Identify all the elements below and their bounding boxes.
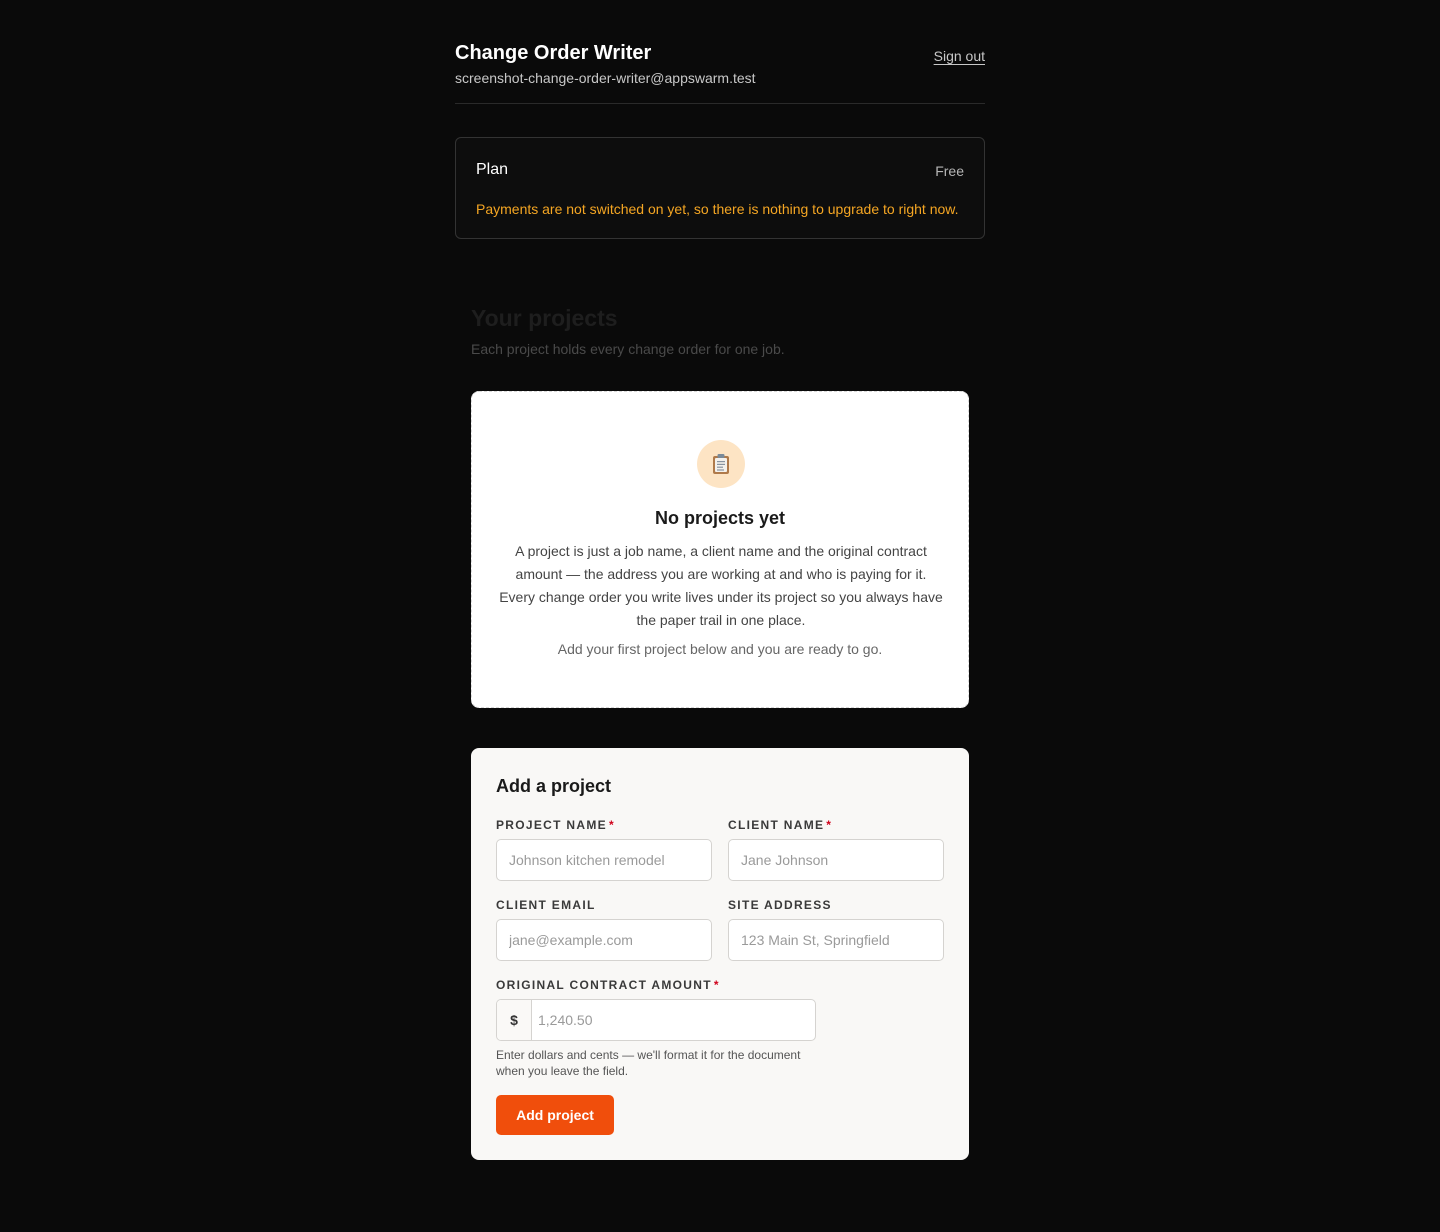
add-project-button[interactable]: Add project [496,1095,614,1135]
empty-state-cta: Add your first project below and you are… [557,641,883,657]
plan-label: Plan [476,161,509,178]
add-project-form: Add a project PROJECT NAME* CLIENT NAME*… [471,748,969,1160]
required-marker: * [713,978,720,992]
plan-value: Free [935,163,964,179]
required-marker: * [826,818,833,832]
project-name-label: PROJECT NAME * [496,818,615,832]
plan-notice: Payments are not switched on yet, so the… [476,201,959,217]
site-address-input[interactable] [728,919,944,961]
projects-subtitle: Each project holds every change order fo… [471,341,785,357]
app-title: Change Order Writer [455,42,652,64]
page-container: Change Order Writer screenshot-change-or… [455,0,985,239]
client-email-input[interactable] [496,919,712,961]
client-name-input[interactable] [728,839,944,881]
client-name-label: CLIENT NAME * [728,818,833,832]
contract-amount-label: ORIGINAL CONTRACT AMOUNT * [496,978,720,992]
app-header: Change Order Writer screenshot-change-or… [455,0,985,104]
form-title: Add a project [496,776,612,796]
project-name-input[interactable] [496,839,712,881]
empty-state-title: No projects yet [654,508,786,528]
required-marker: * [608,818,615,832]
clipboard-icon [713,454,729,474]
client-email-label: CLIENT EMAIL [496,898,596,912]
currency-prefix: $ [497,1000,532,1040]
contract-amount-group: $ [496,999,816,1041]
contract-amount-hint: Enter dollars and cents — we'll format i… [496,1048,801,1078]
site-address-label: SITE ADDRESS [728,898,832,912]
contract-amount-input[interactable] [532,1000,815,1040]
empty-state-body: A project is just a job name, a client n… [499,543,943,628]
plan-card: Plan Free Payments are not switched on y… [455,137,985,239]
projects-title: Your projects [471,305,618,331]
sign-out-link[interactable]: Sign out [934,48,985,64]
empty-state-icon-badge [697,440,745,488]
empty-state-card: No projects yet A project is just a job … [471,391,969,708]
user-email: screenshot-change-order-writer@appswarm.… [455,70,756,86]
